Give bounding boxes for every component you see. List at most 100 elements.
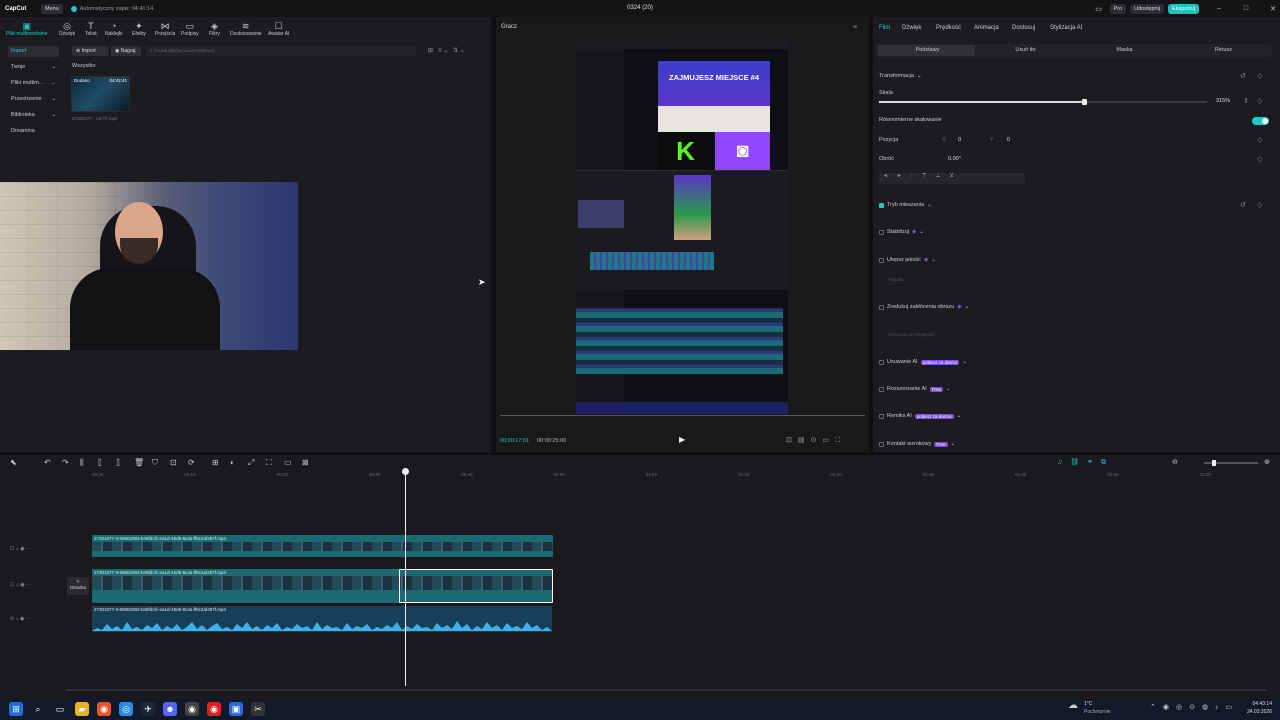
player-scrubber[interactable]	[500, 415, 865, 416]
timeline-tool-icon[interactable]: ⬉	[10, 458, 17, 467]
zoom-out-icon[interactable]: ⊖	[1172, 458, 1178, 466]
ai-remix-row[interactable]: Remiks AI pobierz za darmo ⌄	[879, 413, 961, 419]
track-controls-1[interactable]: ☐ ⌂ ◉ ⋯	[10, 546, 31, 552]
scale-slider-handle[interactable]	[1082, 99, 1088, 105]
keyframe-icon[interactable]: ◇	[1257, 201, 1262, 209]
toolbar-captions-button[interactable]: ▭ Podpisy	[181, 21, 199, 37]
align-buttons[interactable]: ⫷⫸⫶⊤⊥⊻	[879, 173, 1025, 184]
blend-row[interactable]: Tryb mieszania ⌄	[879, 202, 932, 208]
timeline-tool-icon[interactable]: 🗑	[134, 458, 144, 467]
export-button[interactable]: Eksportuj	[1168, 3, 1199, 14]
keyframe-icon[interactable]: ◇	[1257, 72, 1262, 80]
toolbar-audio-button[interactable]: ◎ Dźwięk	[59, 21, 75, 37]
filter-all[interactable]: Wszystko	[72, 63, 96, 69]
tab-0[interactable]: Film	[879, 25, 890, 31]
contact-row[interactable]: Kontakt wzrokowy Free ⌄	[879, 441, 955, 447]
chrome-icon[interactable]: ◎	[119, 702, 133, 716]
timeline-right-tools-icon[interactable]: ♫⛓⚭⧉	[1057, 458, 1114, 467]
menu-button[interactable]: Menu	[41, 3, 63, 14]
sidebar-item-1[interactable]: Twoje ⌄	[8, 62, 59, 73]
selected-clip[interactable]	[399, 569, 553, 603]
denoise-row[interactable]: Zredukuj zakłócenia obrazu ◆ ⌄	[879, 304, 969, 310]
player-controls-icon[interactable]: ⊡▤⊙▭⛶	[786, 436, 846, 445]
keyframe-icon[interactable]: ◇	[1257, 97, 1262, 105]
pro-button[interactable]: Pro	[1109, 3, 1127, 14]
sidebar-item-0[interactable]: Import	[8, 46, 59, 57]
toolbar-sticker-button[interactable]: ◔ Naklejki	[105, 21, 123, 37]
timeline-scrollbar[interactable]	[66, 689, 1266, 691]
scale-stepper-icon[interactable]: ⇕	[1243, 97, 1249, 105]
stabilize-checkbox[interactable]	[879, 229, 884, 235]
play-button-icon[interactable]: ▶	[679, 435, 685, 444]
toolbar-effects-button[interactable]: ✦ Efekty	[132, 21, 146, 37]
track-controls-3[interactable]: ⊙ ⌂ ◉ ⋯	[10, 616, 31, 622]
app-icon[interactable]: ◉	[207, 702, 221, 716]
timeline-tool-icon[interactable]: ⊡	[170, 458, 177, 467]
minimize-icon[interactable]: –	[1212, 5, 1226, 12]
timeline-tool-icon[interactable]: ⤢	[248, 458, 254, 468]
discord-icon[interactable]: ☻	[163, 702, 177, 716]
timeline-tool-icon[interactable]: ⊞	[212, 458, 219, 467]
keyframe-icon[interactable]: ◇	[1257, 136, 1262, 144]
timeline-tool-icon[interactable]: ◐	[230, 458, 235, 467]
subtab-2[interactable]: Maska	[1077, 47, 1172, 53]
task-view-icon[interactable]: ▭	[53, 702, 67, 716]
windows-start-icon[interactable]: ⊞	[9, 702, 23, 716]
contact-checkbox[interactable]	[879, 441, 884, 447]
pos-y-input[interactable]: 0	[1007, 137, 1010, 143]
scale-slider[interactable]	[879, 99, 1207, 105]
ai-remove-checkbox[interactable]	[879, 359, 884, 365]
tab-2[interactable]: Prędkość	[936, 25, 961, 31]
subtab-3[interactable]: Retusz	[1176, 47, 1271, 53]
toolbar-avatar-button[interactable]: ☐ Awatar AI	[268, 21, 289, 37]
blend-checkbox[interactable]	[879, 202, 884, 208]
ai-expand-row[interactable]: Rozszerzanie AI Free ⌄	[879, 386, 951, 392]
timeline-tool-icon[interactable]: ⛉	[152, 458, 158, 468]
close-icon[interactable]: ✕	[1266, 5, 1280, 13]
toolbar-adjust-button[interactable]: ≋ Dostosowanie	[230, 21, 261, 37]
player-menu-icon[interactable]: ≡	[853, 24, 857, 31]
steam-icon[interactable]: ✈	[141, 702, 155, 716]
tab-1[interactable]: Dźwięk	[902, 25, 921, 31]
video-track-1[interactable]: 27301077-3-69902083-b49fdcfc-ea1d-45d9-8…	[92, 535, 553, 557]
cover-button[interactable]: ✎ Okładka	[67, 577, 89, 595]
media-thumbnail[interactable]: Dodano 04:42:41	[71, 76, 130, 112]
share-button[interactable]: Udostępnij	[1130, 3, 1165, 14]
audio-track[interactable]: 27301077-3-69902083-b49fdcfc-ea1d-45d9-8…	[92, 606, 552, 632]
transform-header[interactable]: Transformacja ⌄	[879, 73, 922, 79]
obs-icon[interactable]: ◉	[185, 702, 199, 716]
sidebar-item-4[interactable]: Biblioteka ⌄	[8, 110, 59, 121]
maximize-icon[interactable]: □	[1239, 5, 1253, 12]
sidebar-item-5[interactable]: Dreamina	[8, 126, 59, 137]
subtab-1[interactable]: Usuń tło	[978, 47, 1073, 53]
search-icon[interactable]: ⌕	[31, 702, 45, 716]
firefox-icon[interactable]: ◉	[97, 702, 111, 716]
denoise-checkbox[interactable]	[879, 304, 884, 310]
timeline-tool-icon[interactable]: ▭	[284, 458, 292, 467]
track-controls-2[interactable]: ☐ ⌂ ◉ ⋯	[10, 582, 31, 588]
tab-4[interactable]: Dostosuj	[1012, 25, 1035, 31]
media-search-input[interactable]: ⌕ Szukaj plików multimedialnych	[146, 46, 416, 56]
uniform-scale-toggle[interactable]	[1252, 117, 1269, 125]
timeline-tool-icon[interactable]: ⟳	[188, 458, 195, 467]
import-button[interactable]: ⊕ Import	[72, 46, 108, 56]
preview-canvas[interactable]: ZAJMUJESZ MIEJSCE #4 K ◙	[576, 40, 788, 414]
ai-remove-row[interactable]: Usuwanie AI pobierz za darmo ⌄	[879, 359, 967, 365]
timeline-tool-icon[interactable]: ⊠	[302, 458, 309, 467]
file-explorer-icon[interactable]: ▰	[75, 702, 89, 716]
view-grid-icon[interactable]: ⊞ ≡ ⌄ ⇅ ⌄	[428, 47, 465, 54]
sidebar-item-2[interactable]: Pliki multim… →	[8, 78, 59, 89]
enhance-row[interactable]: Ulepsz jakość ◆ ⌄	[879, 257, 936, 263]
reset-icon[interactable]: ↺	[1240, 72, 1246, 80]
tab-5[interactable]: Stylizacja AI	[1050, 25, 1082, 31]
scale-value[interactable]: 315%	[1216, 98, 1230, 104]
timeline-tool-icon[interactable]: ⟦	[98, 458, 102, 467]
capcut-icon[interactable]: ✂	[251, 702, 265, 716]
timeline-tool-icon[interactable]: ↶	[44, 458, 51, 467]
tab-3[interactable]: Animacja	[974, 25, 999, 31]
rotate-input[interactable]: 0.00°	[948, 156, 961, 162]
toolbar-text-button[interactable]: T Tekst	[85, 21, 97, 37]
timeline-tool-icon[interactable]: ↷	[62, 458, 69, 467]
layout-icon[interactable]: ▭	[1092, 5, 1106, 13]
ai-expand-checkbox[interactable]	[879, 386, 884, 392]
